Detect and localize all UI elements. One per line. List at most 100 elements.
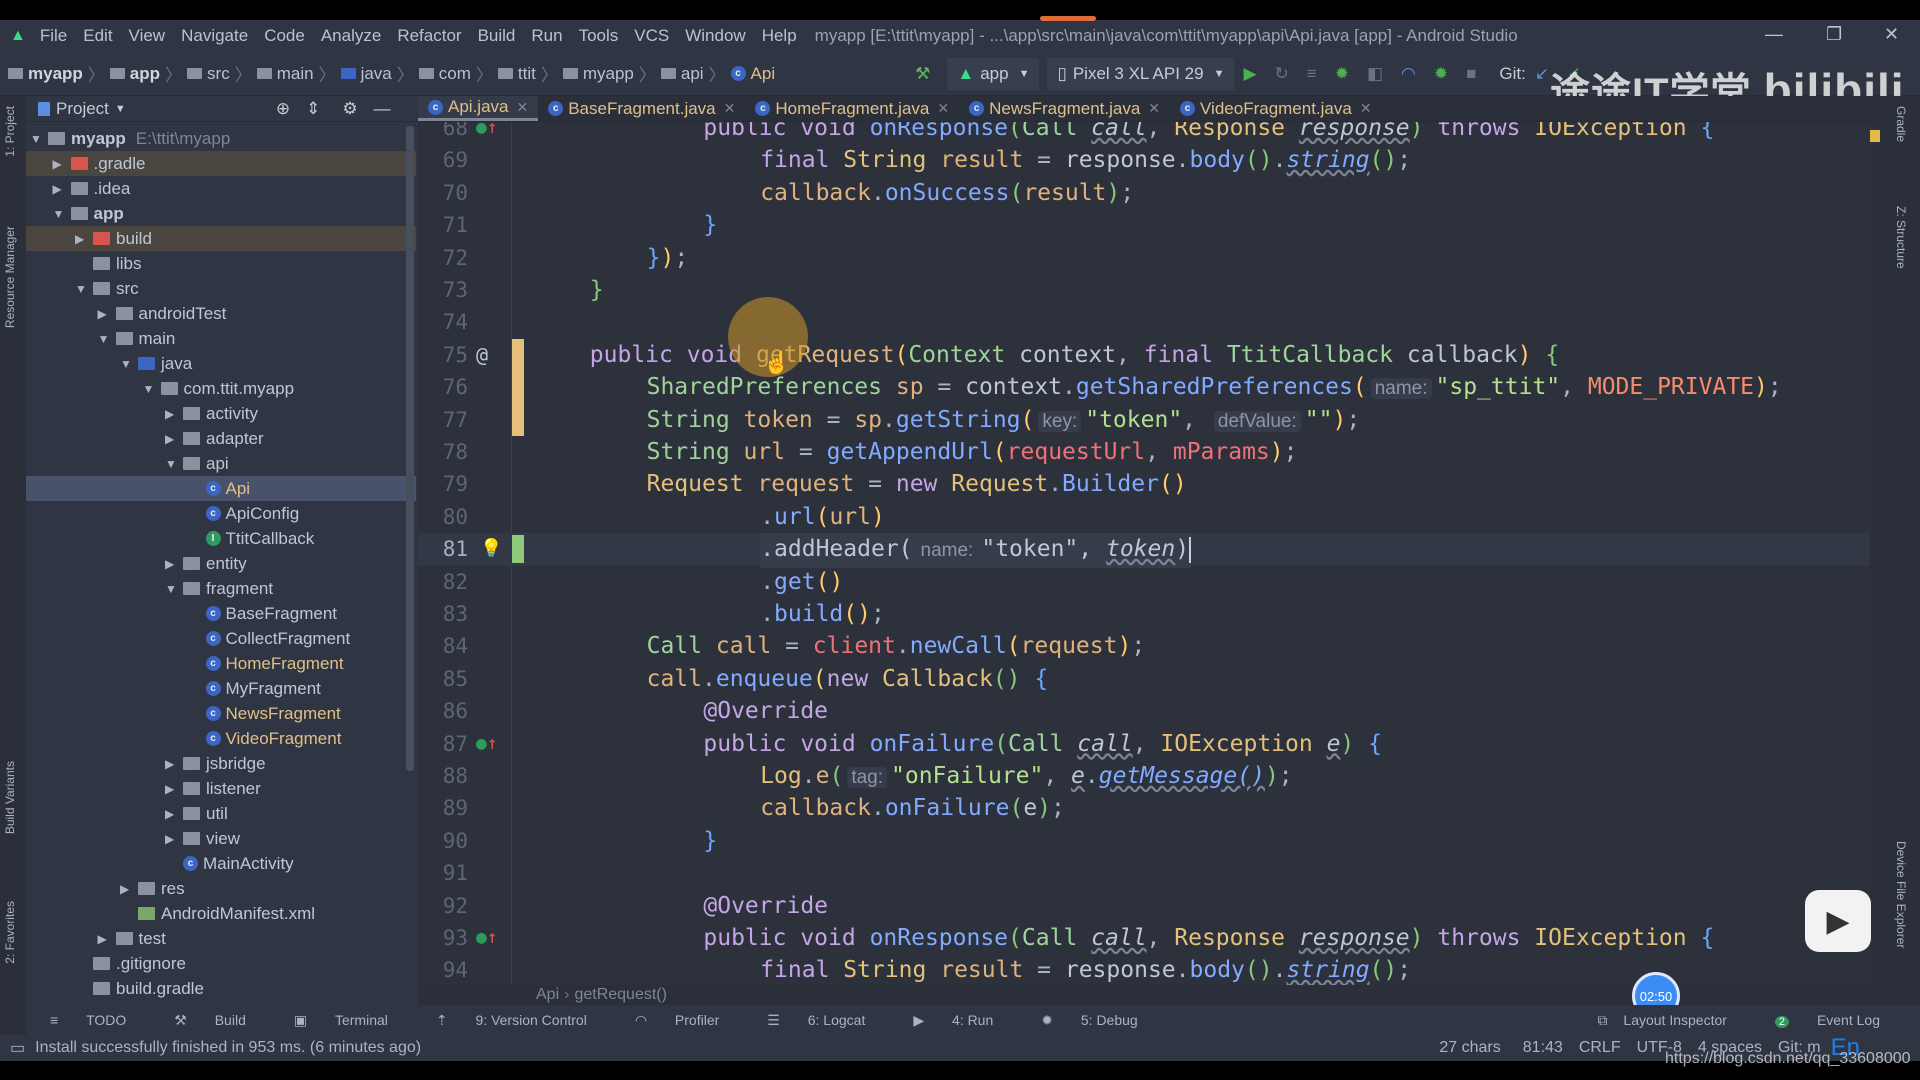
code-line[interactable]: 86 @Override [418, 695, 1880, 727]
tree-item[interactable]: c CollectFragment [26, 626, 416, 651]
tree-item[interactable]: ▼ api [26, 451, 416, 476]
caret-position[interactable]: 81:43 [1523, 1039, 1563, 1057]
tree-item[interactable]: ▼ java [26, 351, 416, 376]
implements-marker-icon[interactable]: ●↑ [476, 922, 498, 954]
tree-item[interactable]: c NewsFragment [26, 701, 416, 726]
close-tab-icon[interactable]: ✕ [516, 99, 528, 116]
code-line[interactable]: 81 .addHeader(name: "token", token) 💡 [418, 533, 1880, 568]
menu-window[interactable]: Window [685, 26, 745, 46]
tab-api-java[interactable]: c Api.java ✕ [418, 96, 539, 121]
tree-item[interactable]: AndroidManifest.xml [26, 901, 416, 926]
caret-down-icon[interactable]: ▼ [98, 332, 116, 346]
implements-marker-icon[interactable]: ●↑ [476, 122, 498, 144]
tree-item[interactable]: build.gradle [26, 976, 416, 1001]
code-line[interactable]: 90} [418, 825, 1880, 857]
caret-right-icon[interactable]: ▶ [165, 407, 183, 421]
tree-item[interactable]: c HomeFragment [26, 651, 416, 676]
menu-file[interactable]: File [40, 26, 67, 46]
tool-todo[interactable]: ≡ TODO [38, 1012, 138, 1029]
project-scrollbar[interactable] [406, 126, 414, 771]
caret-down-icon[interactable]: ▼ [75, 282, 93, 296]
tab-videofragment-java[interactable]: c VideoFragment.java ✕ [1170, 96, 1382, 121]
caret-right-icon[interactable]: ▶ [165, 807, 183, 821]
code-line[interactable]: 87 public void onFailure(Call call, IOExc… [418, 728, 1880, 760]
editor-scrollbar[interactable] [1870, 122, 1880, 985]
nav-crumb[interactable]: src [187, 64, 230, 84]
tool-project[interactable]: 1: Project [3, 106, 17, 157]
tree-item[interactable]: ▶ build [26, 226, 416, 251]
tool-gradle[interactable]: Gradle [1894, 106, 1908, 142]
code-line[interactable]: 68 public void onResponse(Call call, Resp… [418, 122, 1880, 144]
code-line[interactable]: 89 callback.onFailure(e); [418, 792, 1880, 824]
tool-profiler[interactable]: ◠ Profiler [623, 1012, 731, 1029]
device-select[interactable]: ▯ Pixel 3 XL API 29 ▼ [1047, 57, 1235, 90]
caret-down-icon[interactable]: ▼ [165, 582, 183, 596]
code-line[interactable]: 72}); [418, 242, 1880, 274]
tree-item[interactable]: ▼ myapp E:\ttit\myapp [26, 126, 416, 151]
tree-item[interactable]: c MainActivity [26, 851, 416, 876]
tree-item[interactable]: I TtitCallback [26, 526, 416, 551]
nav-crumb[interactable]: api [660, 64, 704, 84]
tab-basefragment-java[interactable]: c BaseFragment.java ✕ [538, 96, 745, 121]
code-line[interactable]: 70 callback.onSuccess(result); [418, 177, 1880, 209]
tool-build-variants[interactable]: Build Variants [3, 761, 17, 834]
code-line[interactable]: 82 .get() [418, 566, 1880, 598]
tool-version-control[interactable]: ⇡ 9: Version Control [424, 1012, 599, 1029]
tree-item[interactable]: ▼ com.ttit.myapp [26, 376, 416, 401]
caret-right-icon[interactable]: ▶ [75, 232, 93, 246]
code-line[interactable]: 83 .build(); [418, 598, 1880, 630]
tree-item[interactable]: c MyFragment [26, 676, 416, 701]
menu-tools[interactable]: Tools [579, 26, 619, 46]
tool-device-file-explorer[interactable]: Device File Explorer [1894, 841, 1908, 948]
code-editor[interactable]: 68 public void onResponse(Call call, Resp… [418, 122, 1880, 985]
code-line[interactable]: 74 [418, 306, 1880, 338]
caret-right-icon[interactable]: ▶ [53, 157, 71, 171]
tree-item[interactable]: ▼ src [26, 276, 416, 301]
close-tab-icon[interactable]: ✕ [1360, 100, 1372, 117]
tree-item[interactable]: c ApiConfig [26, 501, 416, 526]
menu-build[interactable]: Build [478, 26, 516, 46]
code-line[interactable]: 75 public void getRequest(Context context… [418, 338, 1880, 372]
run-icon[interactable]: ▶ [1243, 64, 1256, 84]
tool-debug[interactable]: ✹ 5: Debug [1029, 1012, 1149, 1029]
locate-icon[interactable]: ⊕ [276, 99, 290, 119]
menu-code[interactable]: Code [264, 26, 305, 46]
menu-help[interactable]: Help [762, 26, 797, 46]
restore-button[interactable]: ❐ [1826, 24, 1842, 45]
tree-item[interactable]: .gitignore [26, 951, 416, 976]
gear-icon[interactable]: ⚙ [342, 99, 357, 119]
run-config-select[interactable]: ▲ app ▼ [947, 57, 1040, 90]
tree-item[interactable]: c VideoFragment [26, 726, 416, 751]
debug-icon[interactable]: ✹ [1335, 64, 1349, 84]
tree-item[interactable]: libs [26, 251, 416, 276]
tab-newsfragment-java[interactable]: c NewsFragment.java ✕ [959, 96, 1170, 121]
tree-item[interactable]: ▶ adapter [26, 426, 416, 451]
tool-event-log[interactable]: 2 Event Log [1763, 1012, 1892, 1028]
caret-right-icon[interactable]: ▶ [165, 832, 183, 846]
tree-item[interactable]: ▶ util [26, 801, 416, 826]
tool-run[interactable]: ▶ 4: Run [901, 1012, 1005, 1029]
menu-edit[interactable]: Edit [83, 26, 112, 46]
caret-right-icon[interactable]: ▶ [53, 182, 71, 196]
tree-item[interactable]: ▼ app [26, 201, 416, 226]
code-line[interactable]: 77 String token = sp.getString(key: "token… [418, 403, 1880, 436]
close-tab-icon[interactable]: ✕ [937, 100, 949, 117]
tool-terminal[interactable]: ▣ Terminal [282, 1012, 400, 1029]
close-tab-icon[interactable]: ✕ [724, 100, 736, 117]
hammer-icon[interactable]: ⚒ [915, 64, 930, 84]
caret-right-icon[interactable]: ▶ [165, 757, 183, 771]
code-line[interactable]: 92 @Override [418, 890, 1880, 922]
nav-crumb[interactable]: com [418, 64, 471, 84]
tree-item[interactable]: ▶ activity [26, 401, 416, 426]
tool-structure[interactable]: Z: Structure [1894, 206, 1908, 269]
menu-analyze[interactable]: Analyze [321, 26, 381, 46]
profiler-icon[interactable]: ◠ [1401, 64, 1416, 84]
apply-code-icon[interactable]: ≡ [1307, 64, 1317, 84]
collapse-all-icon[interactable]: ⇕ [306, 99, 320, 119]
status-toggle-icon[interactable]: ▭ [10, 1038, 25, 1058]
tree-item[interactable]: c Api [26, 476, 416, 501]
tree-item[interactable]: ▶ view [26, 826, 416, 851]
nav-crumb[interactable]: java [340, 64, 392, 84]
tree-item[interactable]: ▼ main [26, 326, 416, 351]
nav-crumb[interactable]: main [256, 64, 314, 84]
